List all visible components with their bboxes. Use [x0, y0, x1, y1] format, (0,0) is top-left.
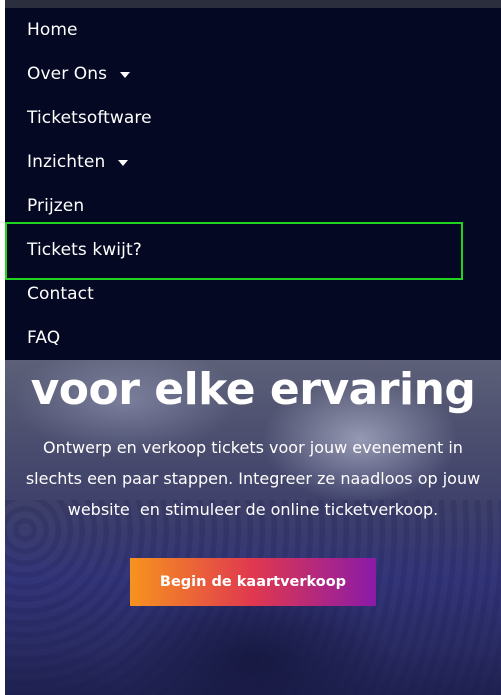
hero-description-line: slechts een paar stappen. Integreer ze n…	[25, 469, 481, 488]
begin-kaartverkoop-button[interactable]: Begin de kaartverkoop	[130, 558, 376, 606]
nav-item-label: Home	[27, 20, 78, 40]
nav-item-contact[interactable]: Contact	[27, 272, 94, 316]
nav-item-faq[interactable]: FAQ	[27, 316, 60, 360]
nav-item-label: Over Ons	[27, 64, 108, 84]
hero-description-line: website en stimuleer de online ticketver…	[67, 500, 439, 519]
header-top-bar	[5, 0, 501, 8]
hero-description-line: Ontwerp en verkoop tickets voor jouw eve…	[43, 438, 463, 457]
hero-title: voor elke ervaring	[30, 364, 476, 415]
nav-item-over-ons[interactable]: Over Ons	[27, 52, 131, 96]
mobile-nav-menu: Home Over Ons Ticketsoftware Inzichten P…	[5, 8, 501, 360]
nav-item-ticketsoftware[interactable]: Ticketsoftware	[27, 96, 152, 140]
nav-item-tickets-kwijt[interactable]: Tickets kwijt?	[27, 228, 142, 272]
nav-item-label: Ticketsoftware	[27, 108, 152, 128]
nav-item-label: Prijzen	[27, 196, 85, 216]
nav-item-label: Contact	[27, 284, 94, 304]
nav-item-inzichten[interactable]: Inzichten	[27, 140, 129, 184]
nav-item-prijzen[interactable]: Prijzen	[27, 184, 84, 228]
hero-section: voor elke ervaring Ontwerp en verkoop ti…	[5, 360, 501, 695]
nav-item-home[interactable]: Home	[27, 8, 78, 52]
nav-item-label: Inzichten	[27, 152, 106, 172]
caret-down-icon[interactable]	[120, 72, 131, 78]
caret-down-icon[interactable]	[118, 160, 129, 166]
nav-item-label: FAQ	[27, 328, 61, 348]
hero-description: Ontwerp en verkoop tickets voor jouw eve…	[21, 432, 485, 525]
nav-item-label: Tickets kwijt?	[27, 240, 142, 260]
